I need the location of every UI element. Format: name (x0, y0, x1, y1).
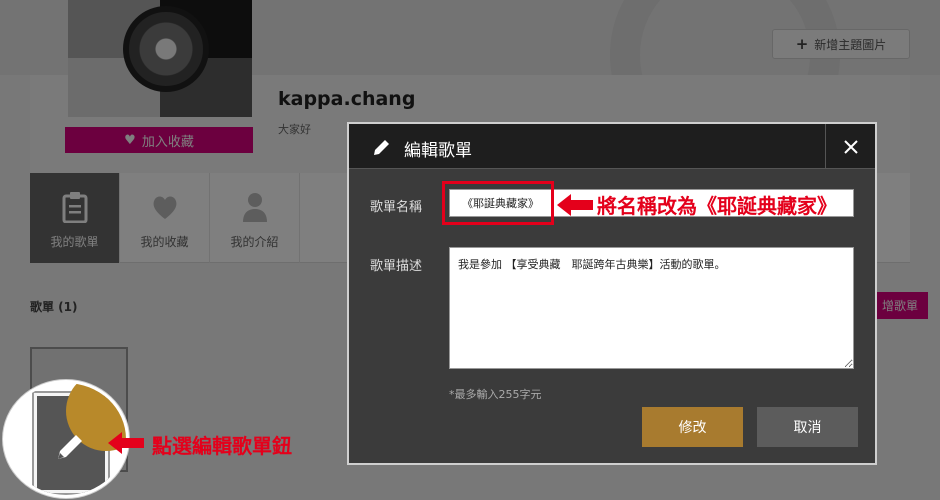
description-label: 歌單描述 (370, 259, 423, 274)
dialog-title: 編輯歌單 (404, 141, 472, 161)
close-icon (843, 139, 858, 154)
red-arrow-icon (108, 432, 144, 454)
cancel-button[interactable]: 取消 (757, 407, 858, 447)
pencil-icon (374, 140, 389, 155)
dialog-header: 編輯歌單 (349, 124, 875, 169)
playlist-description-field[interactable]: 我是參加 【享受典藏 耶誕跨年古典樂】活動的歌單。 (449, 247, 854, 369)
red-arrow-icon (557, 194, 593, 216)
edit-instruction-note: 點選編輯歌單鈕 (152, 434, 292, 458)
pencil-icon[interactable] (50, 427, 90, 467)
edit-playlist-dialog: 編輯歌單 歌單名稱 將名稱改為《耶誕典藏家》 歌單描述 我是參加 【享受典藏 耶… (347, 122, 877, 465)
rename-instruction-note: 將名稱改為《耶誕典藏家》 (597, 194, 837, 218)
close-button[interactable] (825, 124, 875, 169)
save-button[interactable]: 修改 (642, 407, 743, 447)
character-limit-note: *最多輸入255字元 (449, 388, 542, 401)
highlight-box (442, 181, 554, 225)
name-label: 歌單名稱 (370, 200, 423, 215)
